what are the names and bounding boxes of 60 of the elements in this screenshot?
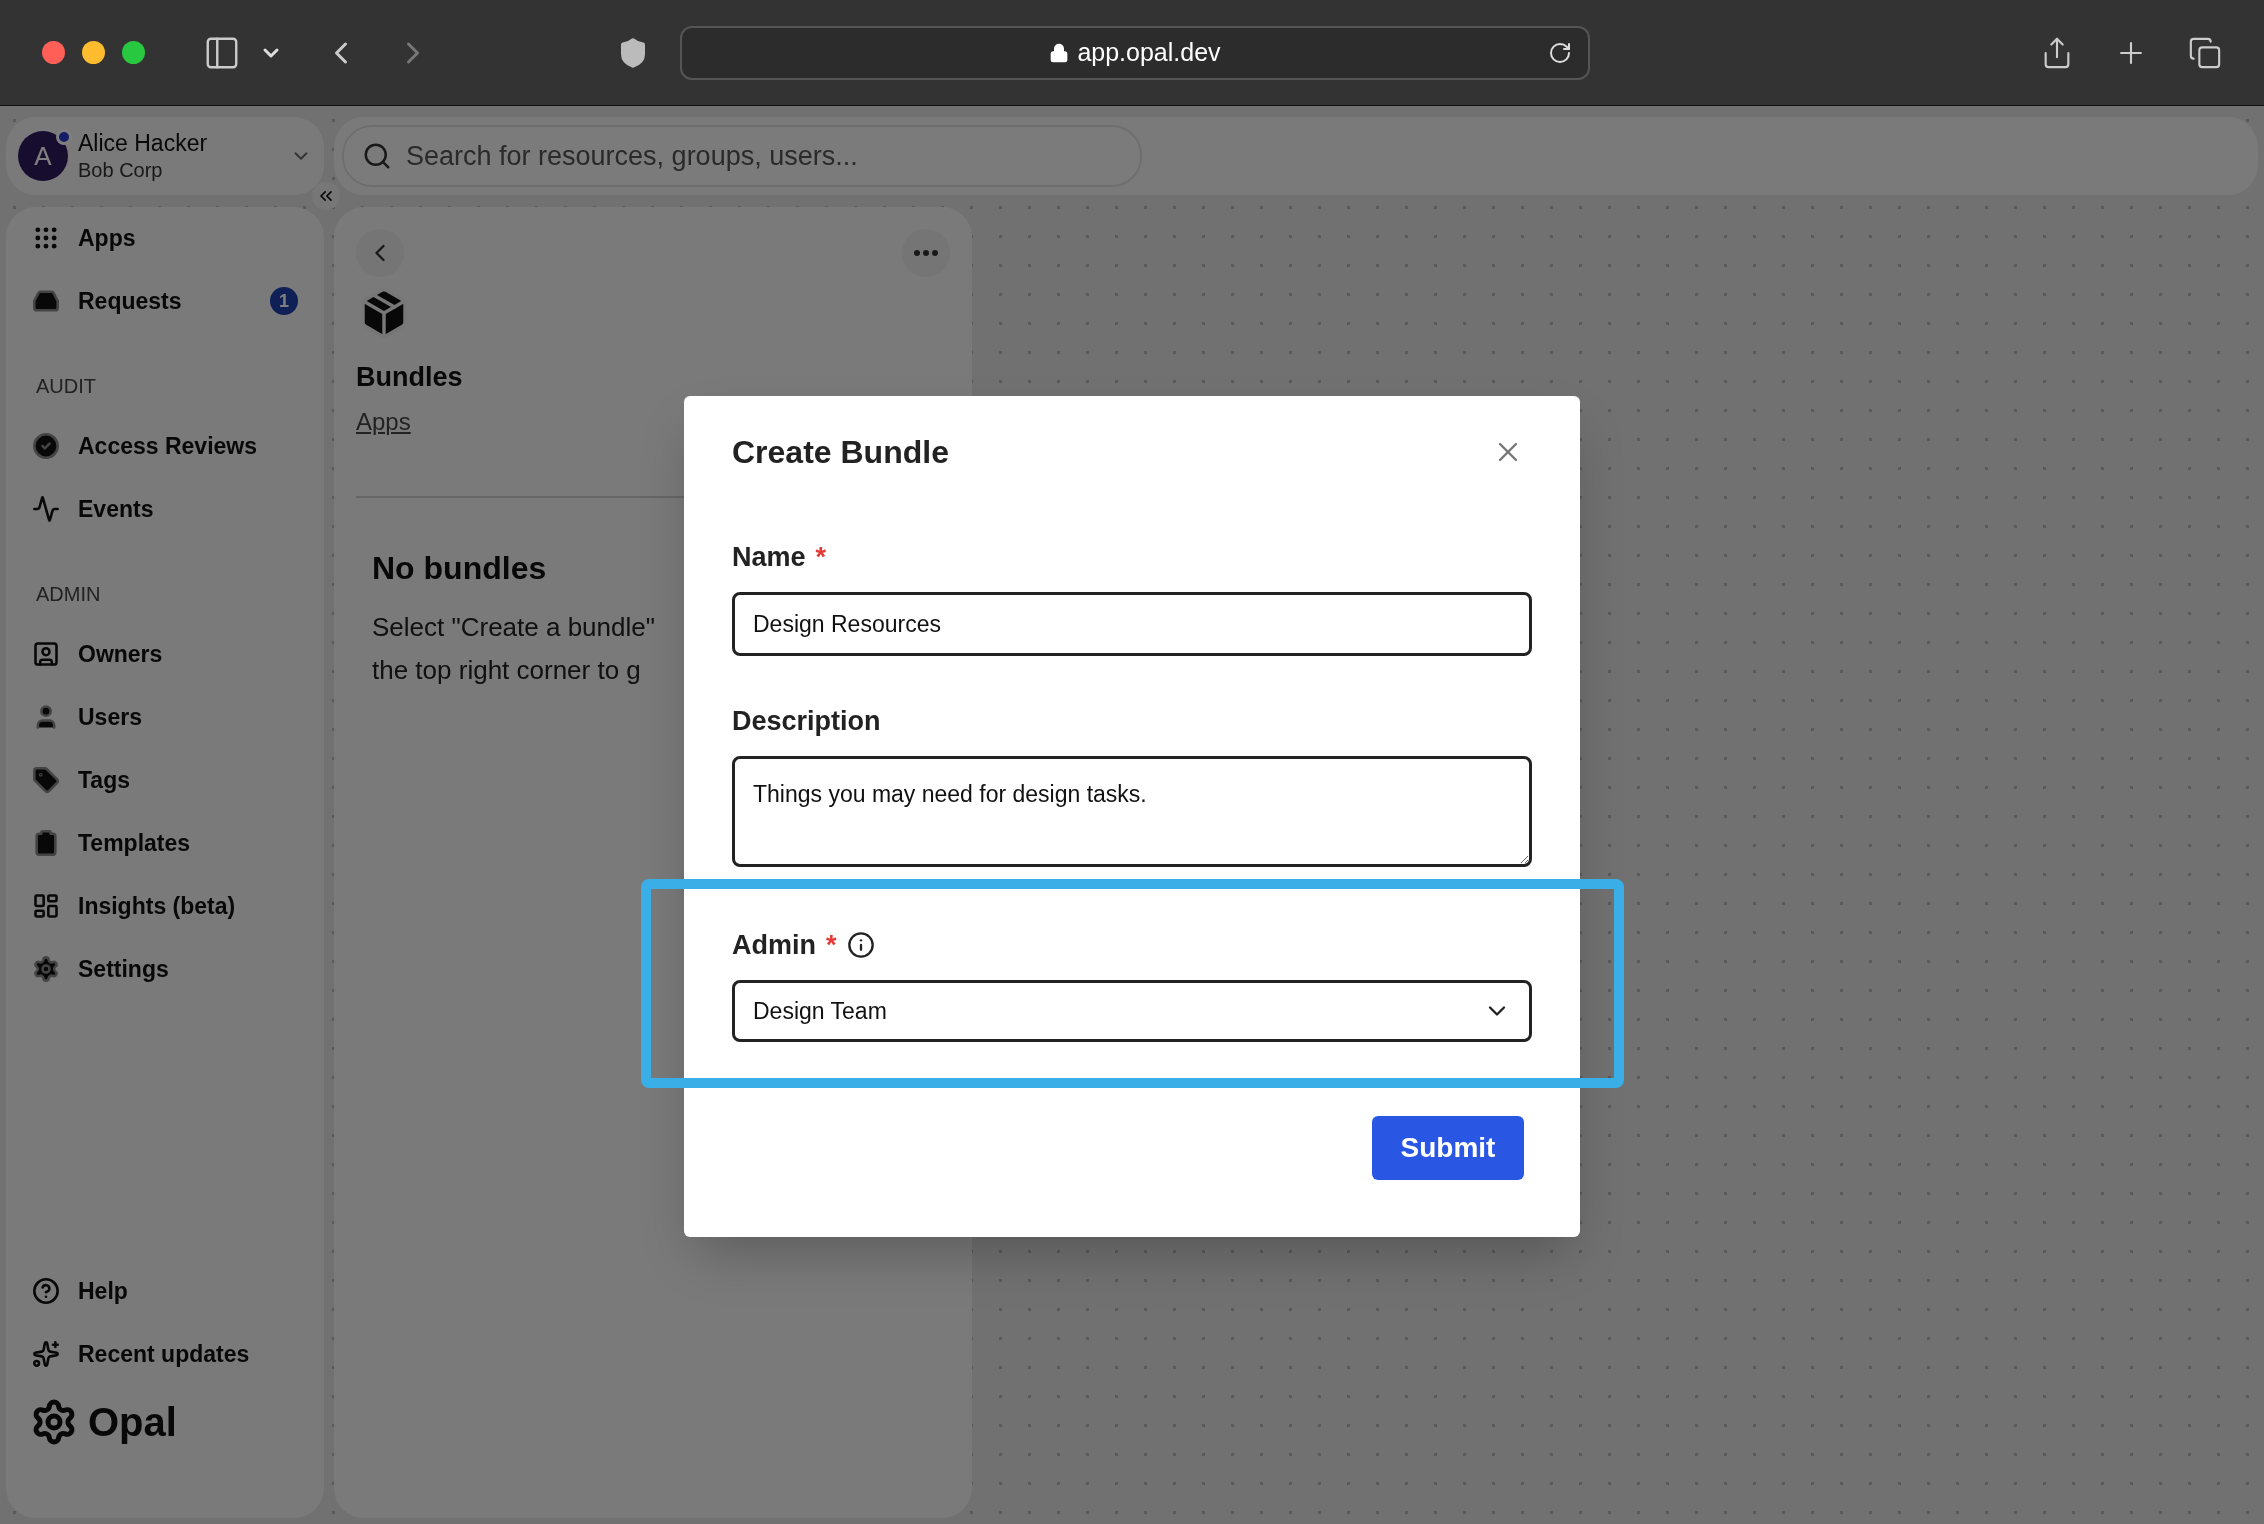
sidebar-item[interactable]: Access Reviews xyxy=(14,421,316,471)
sidebar-item[interactable]: Events xyxy=(14,484,316,534)
clipboard-icon xyxy=(32,829,60,857)
sidebar-item[interactable]: Apps xyxy=(14,213,316,263)
section-heading: ADMIN xyxy=(35,582,102,607)
admin-select[interactable]: Design Team xyxy=(732,980,1532,1042)
pulse-line-icon xyxy=(32,495,60,523)
url-text: app.opal.dev xyxy=(1077,36,1221,68)
minimize-window-icon[interactable] xyxy=(82,41,105,64)
tabs-overview-icon[interactable] xyxy=(2188,35,2222,70)
section-heading: AUDIT xyxy=(35,374,97,399)
search-field[interactable]: Search for resources, groups, users... xyxy=(342,125,1142,187)
count-badge: 1 xyxy=(270,287,298,315)
description-textarea[interactable]: Things you may need for design tasks. xyxy=(732,756,1532,867)
org-name: Bob Corp xyxy=(78,157,164,183)
sidebar-item[interactable]: Requests 1 xyxy=(14,276,316,326)
submit-button[interactable]: Submit xyxy=(1372,1116,1524,1180)
ellipsis-icon xyxy=(914,250,938,256)
breadcrumb-link[interactable]: Apps xyxy=(356,403,411,440)
more-button[interactable] xyxy=(902,229,950,277)
close-window-icon[interactable] xyxy=(42,41,65,64)
settings-icon xyxy=(32,955,60,983)
help-icon xyxy=(32,1277,60,1305)
search-icon xyxy=(362,141,392,171)
sidebar-item[interactable]: Insights (beta) xyxy=(14,881,316,931)
empty-state-text: the top right corner to g xyxy=(372,653,641,687)
panel-title: Bundles xyxy=(356,361,464,394)
dialog-title: Create Bundle xyxy=(732,433,949,472)
sparkles-icon xyxy=(32,1340,60,1368)
sidebar-item[interactable]: Owners xyxy=(14,629,316,679)
check-circle-icon xyxy=(32,432,60,460)
empty-state-text: Select "Create a bundle" xyxy=(372,610,655,644)
lock-icon xyxy=(1049,41,1070,64)
required-mark: * xyxy=(826,928,837,962)
sidebar-item[interactable]: Help xyxy=(14,1266,316,1316)
avatar: A xyxy=(18,131,68,181)
info-icon[interactable] xyxy=(846,931,875,959)
field-label: Name xyxy=(732,540,806,574)
required-mark: * xyxy=(815,540,827,574)
back-button[interactable] xyxy=(356,229,404,277)
user-card-icon xyxy=(32,640,60,668)
address-bar[interactable]: app.opal.dev xyxy=(680,25,1590,80)
sidebar-item[interactable]: Templates xyxy=(14,818,316,868)
field-label: Admin xyxy=(732,928,816,962)
sidebar-item[interactable]: Tags xyxy=(14,755,316,805)
logo-text: Opal xyxy=(88,1399,177,1446)
field-label: Description xyxy=(732,704,881,738)
inbox-icon xyxy=(32,287,60,315)
sidebar-item[interactable]: Users xyxy=(14,692,316,742)
empty-state-title: No bundles xyxy=(372,548,547,588)
sidebar-item[interactable]: Recent updates xyxy=(14,1329,316,1379)
maximize-window-icon[interactable] xyxy=(122,41,145,64)
reload-icon[interactable] xyxy=(1548,40,1572,65)
blocks-icon xyxy=(32,892,60,920)
user-card[interactable]: A Alice Hacker Bob Corp xyxy=(6,117,324,195)
sidebar-item[interactable]: Settings xyxy=(14,944,316,994)
name-input[interactable]: Design Resources xyxy=(732,592,1532,656)
tag-icon xyxy=(32,766,60,794)
user-name: Alice Hacker xyxy=(78,129,208,158)
collapse-sidebar-button[interactable] xyxy=(312,182,340,210)
